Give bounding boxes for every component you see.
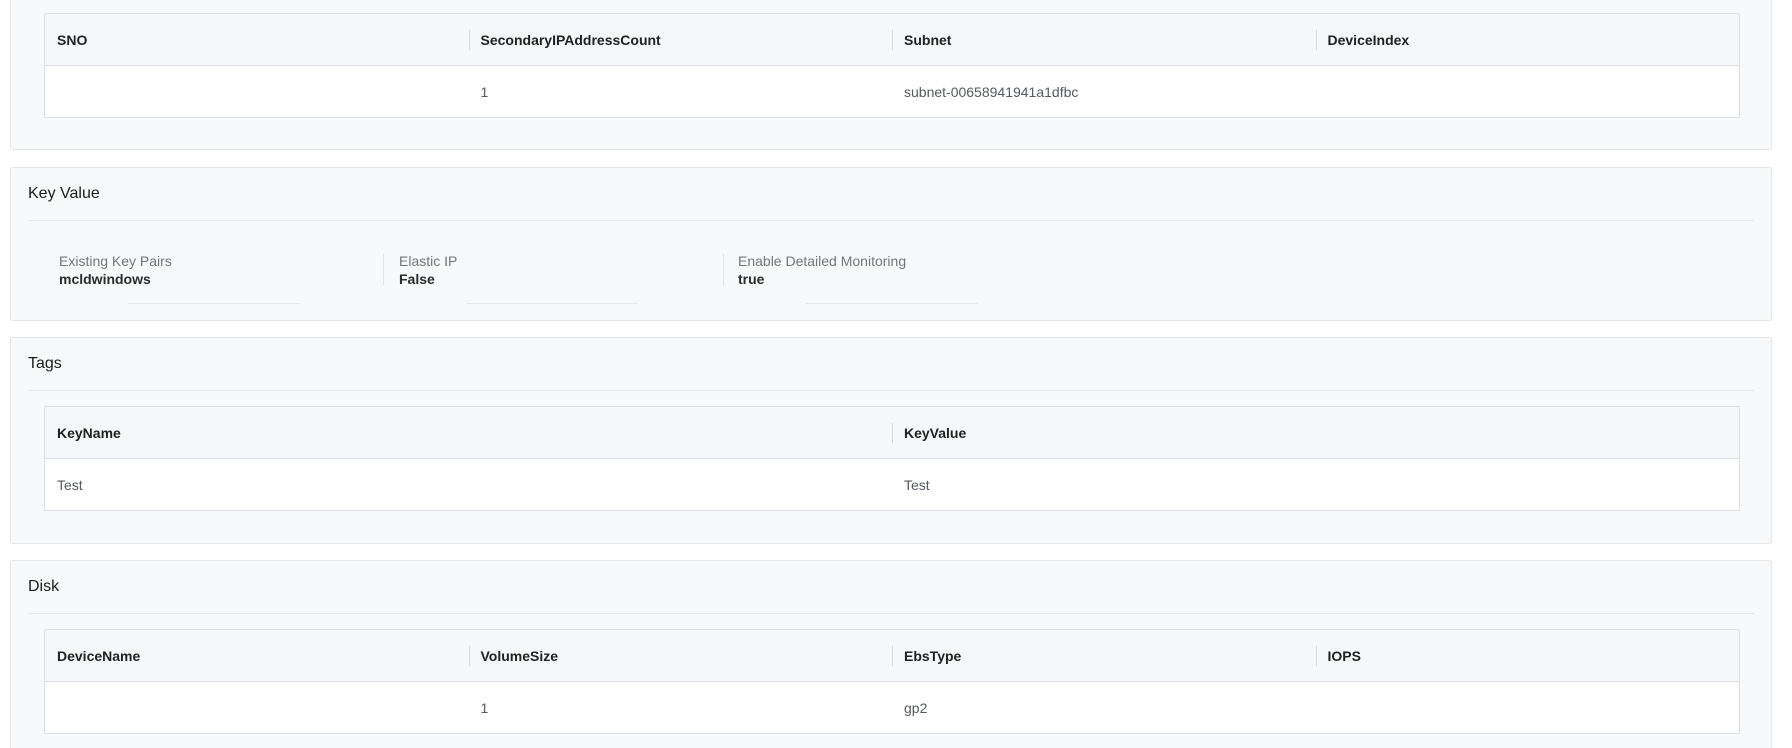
kv-enable-detailed-monitoring: Enable Detailed Monitoring true [738,252,907,287]
kv-existing-key-pairs: Existing Key Pairs mcldwindows [59,252,172,287]
cell-device-index [1316,66,1740,117]
network-interface-card: SNO SecondaryIPAddressCount Subnet Devic… [10,0,1772,150]
kv-elastic-ip: Elastic IP False [399,252,458,287]
kv-label: Existing Key Pairs [59,253,172,269]
disk-table: DeviceName VolumeSize EbsType IOPS 1 gp2 [44,629,1740,734]
table-header: KeyName KeyValue [45,407,1739,459]
section-title-tags: Tags [28,355,62,372]
field-underline [128,303,300,304]
section-divider [28,390,1754,391]
section-divider [28,220,1754,221]
disk-card: Disk DeviceName VolumeSize EbsType IOPS … [10,560,1772,748]
tags-card: Tags KeyName KeyValue Test Test [10,337,1772,544]
field-underline [466,303,638,304]
tags-table: KeyName KeyValue Test Test [44,406,1740,511]
cell-volume-size: 1 [480,699,489,716]
kv-separator [383,254,384,286]
column-header-iops[interactable]: IOPS [1315,630,1740,681]
column-header-volume-size[interactable]: VolumeSize [468,630,893,681]
table-header: DeviceName VolumeSize EbsType IOPS [45,630,1739,682]
table-row: 1 gp2 [45,682,1739,733]
cell-key-value: Test [904,476,930,493]
column-header-ebs-type[interactable]: EbsType [892,630,1316,681]
table-header: SNO SecondaryIPAddressCount Subnet Devic… [45,14,1739,66]
cell-ebs-type: gp2 [904,699,928,716]
column-header-device-name[interactable]: DeviceName [45,630,469,681]
table-row: 1 subnet-00658941941a1dfbc [45,66,1739,117]
section-title-key-value: Key Value [28,185,100,202]
kv-label: Elastic IP [399,253,458,269]
kv-separator [723,254,724,286]
column-header-subnet[interactable]: Subnet [892,14,1316,65]
cell-secondary-ip-count: 1 [480,83,489,100]
cell-subnet: subnet-00658941941a1dfbc [904,83,1079,100]
kv-label: Enable Detailed Monitoring [738,253,907,269]
field-underline [806,303,978,304]
network-interface-table: SNO SecondaryIPAddressCount Subnet Devic… [44,13,1740,118]
table-row: Test Test [45,459,1739,510]
cell-device-name [45,682,469,733]
column-header-key-value[interactable]: KeyValue [892,407,1739,458]
section-divider [28,613,1754,614]
kv-value: true [738,271,765,287]
cell-sno [45,66,469,117]
column-header-device-index[interactable]: DeviceIndex [1315,14,1740,65]
kv-value: False [399,271,435,287]
section-title-disk: Disk [28,578,60,595]
key-value-card: Key Value Existing Key Pairs mcldwindows… [10,167,1772,321]
kv-value: mcldwindows [59,271,151,287]
column-header-sno[interactable]: SNO [45,14,469,65]
column-header-key-name[interactable]: KeyName [45,407,892,458]
column-header-secondary-ip-count[interactable]: SecondaryIPAddressCount [468,14,893,65]
cell-iops [1316,682,1740,733]
cell-key-name: Test [57,476,83,493]
